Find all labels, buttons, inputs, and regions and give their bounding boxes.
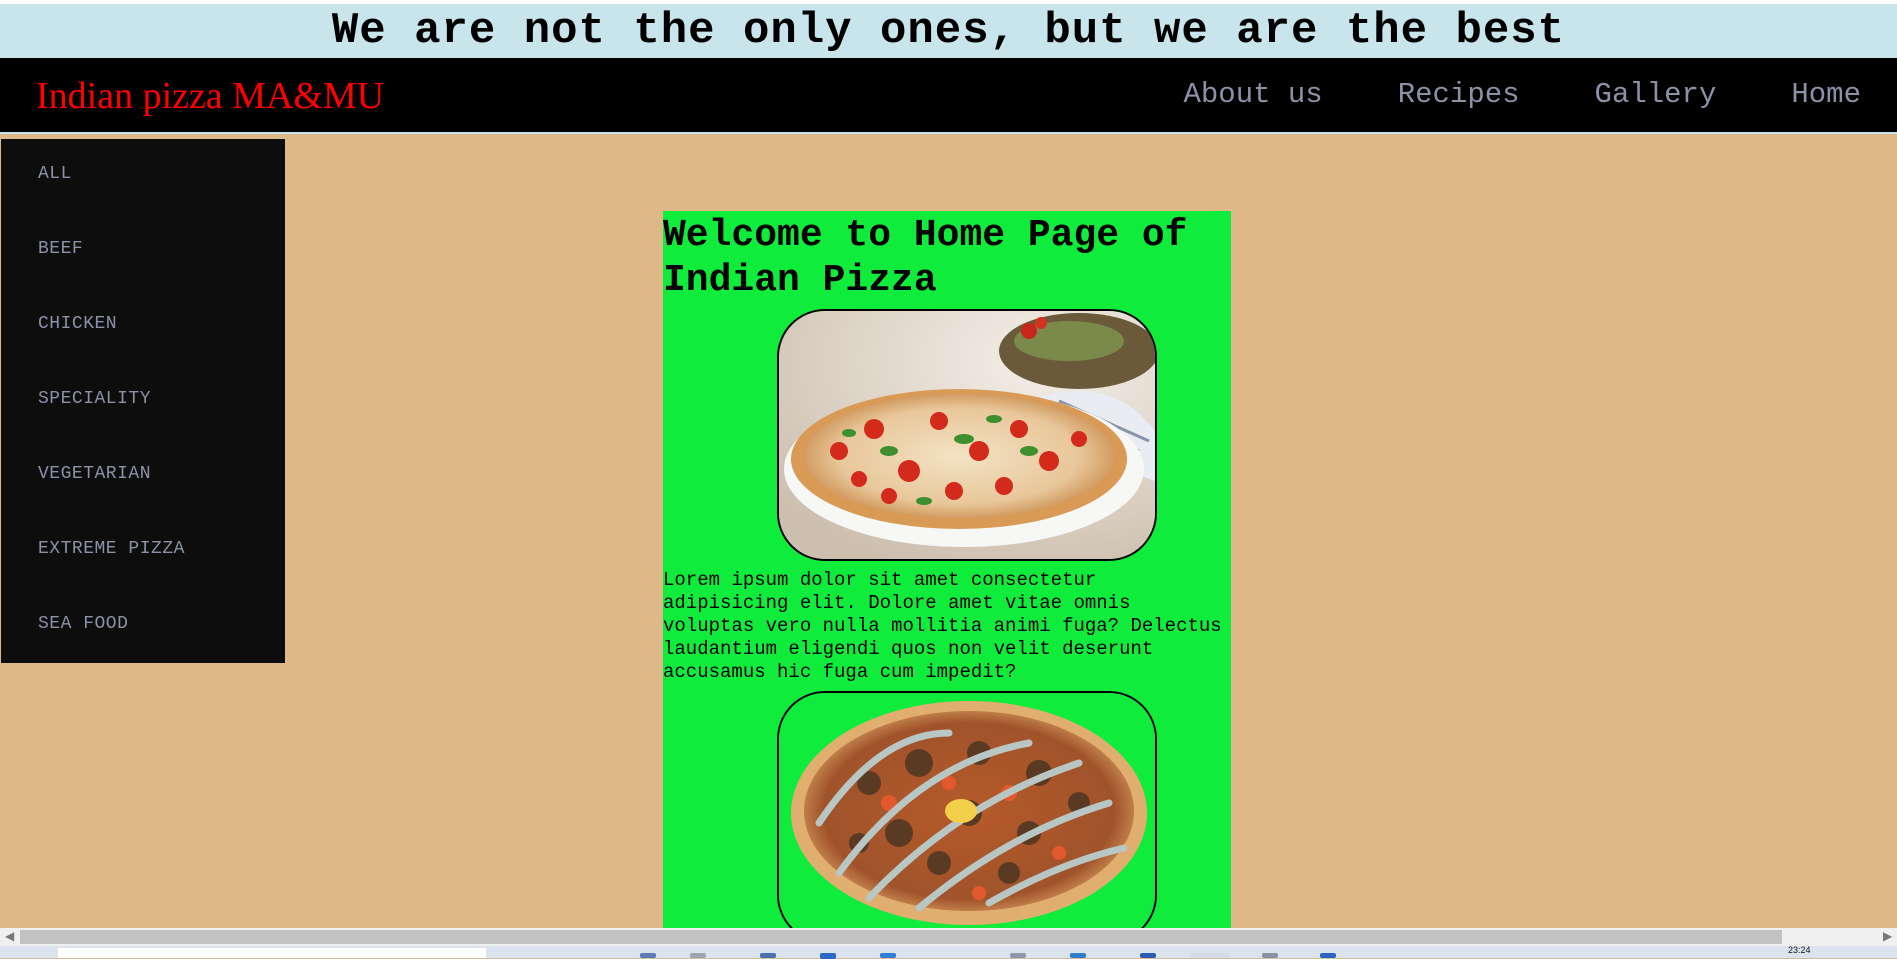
margherita-pizza-image <box>777 309 1157 561</box>
taskbar-app-icon[interactable] <box>640 953 656 958</box>
sidebar-item-speciality[interactable]: SPECIALITY <box>38 389 151 409</box>
intro-paragraph: Lorem ipsum dolor sit amet consectetur a… <box>663 569 1222 683</box>
brand-logo-text[interactable]: Indian pizza MA&MU <box>36 74 384 118</box>
sidebar-item-all[interactable]: ALL <box>38 164 72 184</box>
category-sidebar: ALL BEEF CHICKEN SPECIALITY VEGETARIAN E… <box>1 139 285 663</box>
taskbar-app-icon[interactable] <box>880 953 896 958</box>
taskbar-clock[interactable]: 23:24 <box>1788 945 1811 955</box>
taskbar-app-icon[interactable] <box>690 953 706 958</box>
nav-link-recipes[interactable]: Recipes <box>1398 78 1520 111</box>
scroll-left-icon[interactable]: ◀ <box>5 929 14 944</box>
sidebar-item-sea-food[interactable]: SEA FOOD <box>38 614 128 634</box>
taskbar-app-icon[interactable] <box>1262 953 1278 958</box>
scroll-right-icon[interactable]: ▶ <box>1883 929 1892 944</box>
taskbar-app-icon[interactable] <box>820 953 836 959</box>
taskbar-app-icon[interactable] <box>760 953 776 958</box>
main-content: Welcome to Home Page of Indian Pizza Lor… <box>663 211 1231 928</box>
page-heading: Welcome to Home Page of Indian Pizza <box>663 214 1188 302</box>
taskbar-app-icon[interactable] <box>1010 953 1026 958</box>
sidebar-item-beef[interactable]: BEEF <box>38 239 83 259</box>
sidebar-item-vegetarian[interactable]: VEGETARIAN <box>38 464 151 484</box>
kebab-pizza-image <box>777 691 1157 928</box>
slogan-banner: We are not the only ones, but we are the… <box>0 4 1897 58</box>
nav-link-home[interactable]: Home <box>1791 78 1861 111</box>
nav-link-about-us[interactable]: About us <box>1183 78 1322 111</box>
sidebar-item-chicken[interactable]: CHICKEN <box>38 314 117 334</box>
scrollbar-thumb[interactable] <box>20 930 1782 944</box>
nav-link-gallery[interactable]: Gallery <box>1595 78 1717 111</box>
slogan-text: We are not the only ones, but we are the… <box>331 6 1566 56</box>
taskbar-app-icon[interactable] <box>1140 953 1156 958</box>
top-navbar: Indian pizza MA&MU About us Recipes Gall… <box>0 58 1897 134</box>
nav-links: About us Recipes Gallery Home <box>1108 78 1861 111</box>
horizontal-scrollbar[interactable]: ◀ ▶ <box>0 928 1897 946</box>
taskbar-app-icon[interactable] <box>1320 953 1336 958</box>
taskbar-app-icon[interactable] <box>1190 953 1230 958</box>
taskbar-search-box[interactable] <box>58 948 486 958</box>
taskbar-app-icon[interactable] <box>1070 953 1086 958</box>
sidebar-item-extreme-pizza[interactable]: EXTREME PIZZA <box>38 539 185 559</box>
taskbar: 23:24 <box>0 945 1897 959</box>
